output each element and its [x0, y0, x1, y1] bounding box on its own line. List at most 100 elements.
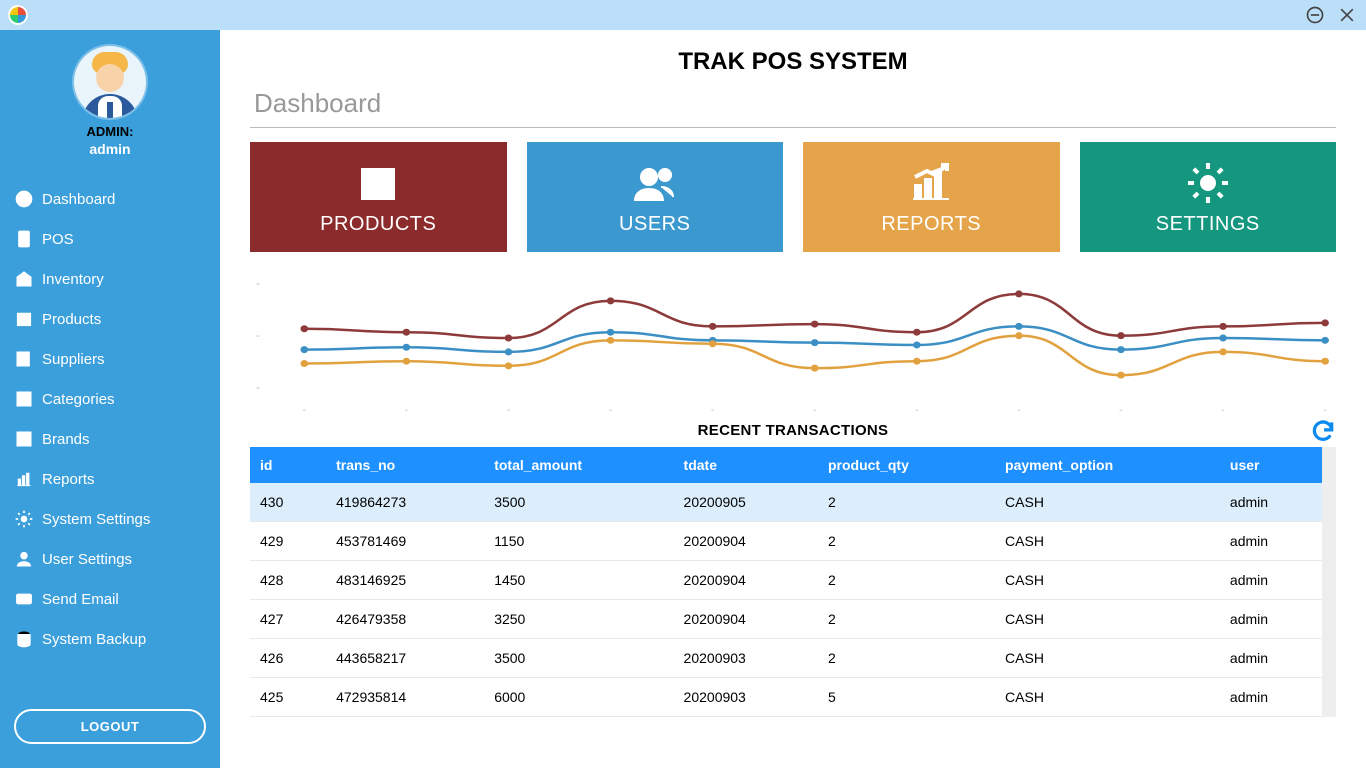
- table-row[interactable]: 4294537814691150202009042CASHadmin: [250, 522, 1322, 561]
- table-row[interactable]: 4284831469251450202009042CASHadmin: [250, 561, 1322, 600]
- chart-point: [1219, 348, 1227, 355]
- user-role-label: ADMIN:: [87, 124, 134, 139]
- recent-transactions-table-wrap[interactable]: idtrans_nototal_amounttdateproduct_qtypa…: [250, 447, 1336, 717]
- chart-point: [1015, 332, 1023, 339]
- sidebar-item-label: Inventory: [42, 271, 104, 288]
- sidebar-item-brands[interactable]: Brands: [0, 419, 220, 459]
- cell-user: admin: [1220, 600, 1322, 639]
- chart-point: [913, 341, 921, 348]
- cell-trans_no: 483146925: [326, 561, 484, 600]
- table-row[interactable]: 4304198642733500202009052CASHadmin: [250, 483, 1322, 522]
- cell-product_qty: 2: [818, 600, 995, 639]
- chart-x-tick: -: [405, 405, 409, 416]
- sidebar: ADMIN: admin Dashboard POS Inventory Produc…: [0, 30, 220, 768]
- chart-point: [1219, 323, 1227, 330]
- card-reports[interactable]: REPORTS: [803, 142, 1060, 252]
- chart-x-tick: -: [1119, 405, 1123, 416]
- table-header-payment_option[interactable]: payment_option: [995, 447, 1220, 483]
- cell-id: 429: [250, 522, 326, 561]
- chart-x-tick: -: [1017, 405, 1021, 416]
- recent-transactions-table: idtrans_nototal_amounttdateproduct_qtypa…: [250, 447, 1322, 717]
- chart-x-tick: -: [609, 405, 613, 416]
- window-close-button[interactable]: [1336, 4, 1358, 26]
- barchart-up-icon: [907, 159, 955, 207]
- cell-tdate: 20200904: [674, 600, 818, 639]
- sidebar-item-pos[interactable]: POS: [0, 219, 220, 259]
- sidebar-item-suppliers[interactable]: Suppliers: [0, 339, 220, 379]
- table-header-total_amount[interactable]: total_amount: [484, 447, 673, 483]
- sidebar-item-dashboard[interactable]: Dashboard: [0, 179, 220, 219]
- chart-point: [709, 340, 717, 347]
- table-header-trans_no[interactable]: trans_no: [326, 447, 484, 483]
- chart-point: [913, 329, 921, 336]
- cell-total_amount: 6000: [484, 678, 673, 717]
- logout-button[interactable]: LOGOUT: [14, 709, 206, 744]
- sidebar-item-products[interactable]: Products: [0, 299, 220, 339]
- gauge-icon: [14, 189, 34, 209]
- cell-total_amount: 3250: [484, 600, 673, 639]
- sidebar-item-label: User Settings: [42, 551, 132, 568]
- users-icon: [631, 159, 679, 207]
- dashboard-cards: PRODUCTS USERSREPORTSSETTINGS: [250, 142, 1336, 252]
- dashboard-chart: --- -----------: [250, 268, 1336, 418]
- chart-x-tick: -: [1323, 405, 1327, 416]
- table-header-user[interactable]: user: [1220, 447, 1322, 483]
- chart-point: [403, 329, 411, 336]
- cell-tdate: 20200903: [674, 678, 818, 717]
- chart-point: [1321, 319, 1329, 326]
- sidebar-item-inventory[interactable]: Inventory: [0, 259, 220, 299]
- sidebar-item-system-backup[interactable]: System Backup: [0, 619, 220, 659]
- table-header-product_qty[interactable]: product_qty: [818, 447, 995, 483]
- sidebar-item-reports[interactable]: Reports: [0, 459, 220, 499]
- cell-id: 425: [250, 678, 326, 717]
- inventory-icon: [14, 269, 34, 289]
- page-subtitle: Dashboard: [250, 88, 1336, 119]
- table-row[interactable]: 4264436582173500202009032CASHadmin: [250, 639, 1322, 678]
- chart-point: [913, 358, 921, 365]
- card-label: PRODUCTS: [320, 213, 436, 236]
- chart-point: [1321, 337, 1329, 344]
- cell-tdate: 20200903: [674, 639, 818, 678]
- chart-point: [300, 325, 308, 332]
- card-products[interactable]: PRODUCTS: [250, 142, 507, 252]
- sidebar-item-system-settings[interactable]: System Settings: [0, 499, 220, 539]
- table-row[interactable]: 4254729358146000202009035CASHadmin: [250, 678, 1322, 717]
- table-header-tdate[interactable]: tdate: [674, 447, 818, 483]
- chart-point: [1219, 335, 1227, 342]
- cell-user: admin: [1220, 678, 1322, 717]
- cell-payment_option: CASH: [995, 483, 1220, 522]
- gear-icon: [1184, 159, 1232, 207]
- refresh-button[interactable]: [1310, 418, 1336, 449]
- chart-x-tick: -: [1221, 405, 1225, 416]
- sidebar-item-categories[interactable]: Categories: [0, 379, 220, 419]
- chart-point: [1117, 346, 1125, 353]
- sidebar-item-user-settings[interactable]: User Settings: [0, 539, 220, 579]
- sidebar-item-label: Suppliers: [42, 351, 105, 368]
- cell-id: 430: [250, 483, 326, 522]
- cell-trans_no: 426479358: [326, 600, 484, 639]
- cell-trans_no: 453781469: [326, 522, 484, 561]
- nav: Dashboard POS Inventory Products Suppliers Ca…: [0, 179, 220, 659]
- card-users[interactable]: USERS: [527, 142, 784, 252]
- user-icon: [14, 549, 34, 569]
- sidebar-item-send-email[interactable]: Send Email: [0, 579, 220, 619]
- table-header-id[interactable]: id: [250, 447, 326, 483]
- chart-point: [1117, 372, 1125, 379]
- chart-point: [811, 339, 819, 346]
- cell-trans_no: 443658217: [326, 639, 484, 678]
- cell-total_amount: 1450: [484, 561, 673, 600]
- app-logo-icon: [8, 5, 28, 25]
- sidebar-item-label: System Backup: [42, 631, 146, 648]
- window-minimize-button[interactable]: [1304, 4, 1326, 26]
- gear-icon: [14, 509, 34, 529]
- card-settings[interactable]: SETTINGS: [1080, 142, 1337, 252]
- sidebar-item-label: POS: [42, 231, 74, 248]
- cell-id: 427: [250, 600, 326, 639]
- cell-product_qty: 5: [818, 678, 995, 717]
- profile-block: ADMIN: admin: [0, 40, 220, 165]
- cell-product_qty: 2: [818, 522, 995, 561]
- table-row[interactable]: 4274264793583250202009042CASHadmin: [250, 600, 1322, 639]
- cell-user: admin: [1220, 483, 1322, 522]
- chart-point: [505, 335, 513, 342]
- box-icon: [354, 159, 402, 207]
